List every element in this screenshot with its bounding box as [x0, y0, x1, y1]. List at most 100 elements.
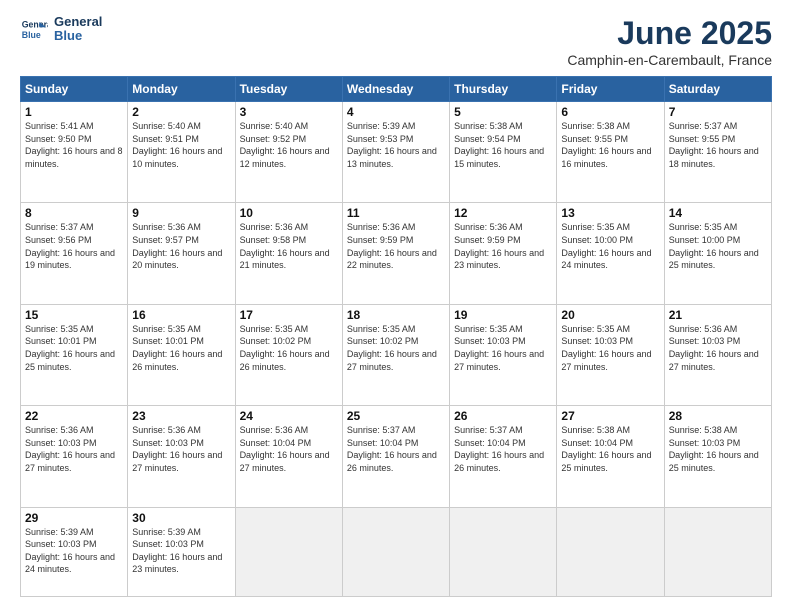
day-info: Sunrise: 5:39 AMSunset: 10:03 PMDaylight…: [132, 527, 222, 575]
day-info: Sunrise: 5:40 AMSunset: 9:51 PMDaylight:…: [132, 121, 222, 169]
calendar-day-cell: 19 Sunrise: 5:35 AMSunset: 10:03 PMDayli…: [450, 304, 557, 405]
title-block: June 2025 Camphin-en-Carembault, France: [567, 15, 772, 68]
calendar-week-row: 8 Sunrise: 5:37 AMSunset: 9:56 PMDayligh…: [21, 203, 772, 304]
header: General Blue General Blue June 2025 Camp…: [20, 15, 772, 68]
day-info: Sunrise: 5:38 AMSunset: 10:04 PMDaylight…: [561, 425, 651, 473]
calendar-day-cell: 10 Sunrise: 5:36 AMSunset: 9:58 PMDaylig…: [235, 203, 342, 304]
day-number: 12: [454, 206, 552, 220]
calendar-day-cell: [235, 507, 342, 597]
day-info: Sunrise: 5:38 AMSunset: 10:03 PMDaylight…: [669, 425, 759, 473]
day-info: Sunrise: 5:36 AMSunset: 9:59 PMDaylight:…: [347, 222, 437, 270]
weekday-header: Thursday: [450, 77, 557, 102]
calendar-subtitle: Camphin-en-Carembault, France: [567, 52, 772, 68]
day-number: 14: [669, 206, 767, 220]
day-number: 10: [240, 206, 338, 220]
calendar-day-cell: 7 Sunrise: 5:37 AMSunset: 9:55 PMDayligh…: [664, 102, 771, 203]
day-number: 28: [669, 409, 767, 423]
day-info: Sunrise: 5:35 AMSunset: 10:03 PMDaylight…: [561, 324, 651, 372]
weekday-header: Tuesday: [235, 77, 342, 102]
calendar-day-cell: 25 Sunrise: 5:37 AMSunset: 10:04 PMDayli…: [342, 406, 449, 507]
day-info: Sunrise: 5:38 AMSunset: 9:54 PMDaylight:…: [454, 121, 544, 169]
weekday-header: Wednesday: [342, 77, 449, 102]
calendar-day-cell: 6 Sunrise: 5:38 AMSunset: 9:55 PMDayligh…: [557, 102, 664, 203]
day-number: 23: [132, 409, 230, 423]
logo: General Blue General Blue: [20, 15, 102, 44]
calendar-day-cell: 4 Sunrise: 5:39 AMSunset: 9:53 PMDayligh…: [342, 102, 449, 203]
weekday-header-row: SundayMondayTuesdayWednesdayThursdayFrid…: [21, 77, 772, 102]
calendar-day-cell: 26 Sunrise: 5:37 AMSunset: 10:04 PMDayli…: [450, 406, 557, 507]
calendar-week-row: 29 Sunrise: 5:39 AMSunset: 10:03 PMDayli…: [21, 507, 772, 597]
day-number: 5: [454, 105, 552, 119]
calendar-table: SundayMondayTuesdayWednesdayThursdayFrid…: [20, 76, 772, 597]
calendar-day-cell: 20 Sunrise: 5:35 AMSunset: 10:03 PMDayli…: [557, 304, 664, 405]
day-number: 27: [561, 409, 659, 423]
calendar-week-row: 22 Sunrise: 5:36 AMSunset: 10:03 PMDayli…: [21, 406, 772, 507]
day-info: Sunrise: 5:37 AMSunset: 10:04 PMDaylight…: [454, 425, 544, 473]
calendar-day-cell: 3 Sunrise: 5:40 AMSunset: 9:52 PMDayligh…: [235, 102, 342, 203]
logo-icon: General Blue: [20, 15, 48, 43]
day-number: 1: [25, 105, 123, 119]
day-number: 30: [132, 511, 230, 525]
day-number: 4: [347, 105, 445, 119]
day-info: Sunrise: 5:36 AMSunset: 9:57 PMDaylight:…: [132, 222, 222, 270]
calendar-day-cell: 12 Sunrise: 5:36 AMSunset: 9:59 PMDaylig…: [450, 203, 557, 304]
day-number: 13: [561, 206, 659, 220]
calendar-day-cell: 27 Sunrise: 5:38 AMSunset: 10:04 PMDayli…: [557, 406, 664, 507]
calendar-day-cell: [664, 507, 771, 597]
day-number: 20: [561, 308, 659, 322]
svg-text:Blue: Blue: [22, 30, 41, 40]
day-number: 11: [347, 206, 445, 220]
day-info: Sunrise: 5:35 AMSunset: 10:02 PMDaylight…: [347, 324, 437, 372]
day-number: 6: [561, 105, 659, 119]
weekday-header: Friday: [557, 77, 664, 102]
calendar-day-cell: 29 Sunrise: 5:39 AMSunset: 10:03 PMDayli…: [21, 507, 128, 597]
day-number: 3: [240, 105, 338, 119]
day-info: Sunrise: 5:37 AMSunset: 9:55 PMDaylight:…: [669, 121, 759, 169]
logo-line2: Blue: [54, 29, 102, 43]
day-number: 22: [25, 409, 123, 423]
day-info: Sunrise: 5:37 AMSunset: 10:04 PMDaylight…: [347, 425, 437, 473]
calendar-day-cell: 17 Sunrise: 5:35 AMSunset: 10:02 PMDayli…: [235, 304, 342, 405]
day-info: Sunrise: 5:35 AMSunset: 10:03 PMDaylight…: [454, 324, 544, 372]
calendar-day-cell: [342, 507, 449, 597]
day-number: 15: [25, 308, 123, 322]
calendar-day-cell: 14 Sunrise: 5:35 AMSunset: 10:00 PMDayli…: [664, 203, 771, 304]
calendar-day-cell: 2 Sunrise: 5:40 AMSunset: 9:51 PMDayligh…: [128, 102, 235, 203]
calendar-day-cell: 11 Sunrise: 5:36 AMSunset: 9:59 PMDaylig…: [342, 203, 449, 304]
day-info: Sunrise: 5:35 AMSunset: 10:01 PMDaylight…: [132, 324, 222, 372]
calendar-day-cell: 30 Sunrise: 5:39 AMSunset: 10:03 PMDayli…: [128, 507, 235, 597]
logo-line1: General: [54, 15, 102, 29]
day-number: 8: [25, 206, 123, 220]
day-number: 25: [347, 409, 445, 423]
logo-text: General Blue: [54, 15, 102, 44]
calendar-day-cell: 18 Sunrise: 5:35 AMSunset: 10:02 PMDayli…: [342, 304, 449, 405]
day-info: Sunrise: 5:41 AMSunset: 9:50 PMDaylight:…: [25, 121, 123, 169]
day-info: Sunrise: 5:39 AMSunset: 9:53 PMDaylight:…: [347, 121, 437, 169]
weekday-header: Monday: [128, 77, 235, 102]
day-number: 18: [347, 308, 445, 322]
calendar-day-cell: 8 Sunrise: 5:37 AMSunset: 9:56 PMDayligh…: [21, 203, 128, 304]
day-info: Sunrise: 5:35 AMSunset: 10:01 PMDaylight…: [25, 324, 115, 372]
day-number: 17: [240, 308, 338, 322]
day-info: Sunrise: 5:35 AMSunset: 10:00 PMDaylight…: [669, 222, 759, 270]
calendar-title: June 2025: [567, 15, 772, 52]
calendar-day-cell: 21 Sunrise: 5:36 AMSunset: 10:03 PMDayli…: [664, 304, 771, 405]
calendar-day-cell: [557, 507, 664, 597]
day-info: Sunrise: 5:39 AMSunset: 10:03 PMDaylight…: [25, 527, 115, 575]
day-number: 29: [25, 511, 123, 525]
svg-text:General: General: [22, 20, 48, 30]
day-info: Sunrise: 5:36 AMSunset: 10:03 PMDaylight…: [669, 324, 759, 372]
day-number: 26: [454, 409, 552, 423]
weekday-header: Saturday: [664, 77, 771, 102]
day-number: 24: [240, 409, 338, 423]
day-number: 7: [669, 105, 767, 119]
day-info: Sunrise: 5:36 AMSunset: 10:03 PMDaylight…: [132, 425, 222, 473]
calendar-page: General Blue General Blue June 2025 Camp…: [0, 0, 792, 612]
day-number: 9: [132, 206, 230, 220]
day-info: Sunrise: 5:36 AMSunset: 10:03 PMDaylight…: [25, 425, 115, 473]
day-info: Sunrise: 5:40 AMSunset: 9:52 PMDaylight:…: [240, 121, 330, 169]
day-info: Sunrise: 5:36 AMSunset: 9:58 PMDaylight:…: [240, 222, 330, 270]
day-info: Sunrise: 5:37 AMSunset: 9:56 PMDaylight:…: [25, 222, 115, 270]
calendar-day-cell: 5 Sunrise: 5:38 AMSunset: 9:54 PMDayligh…: [450, 102, 557, 203]
calendar-week-row: 15 Sunrise: 5:35 AMSunset: 10:01 PMDayli…: [21, 304, 772, 405]
